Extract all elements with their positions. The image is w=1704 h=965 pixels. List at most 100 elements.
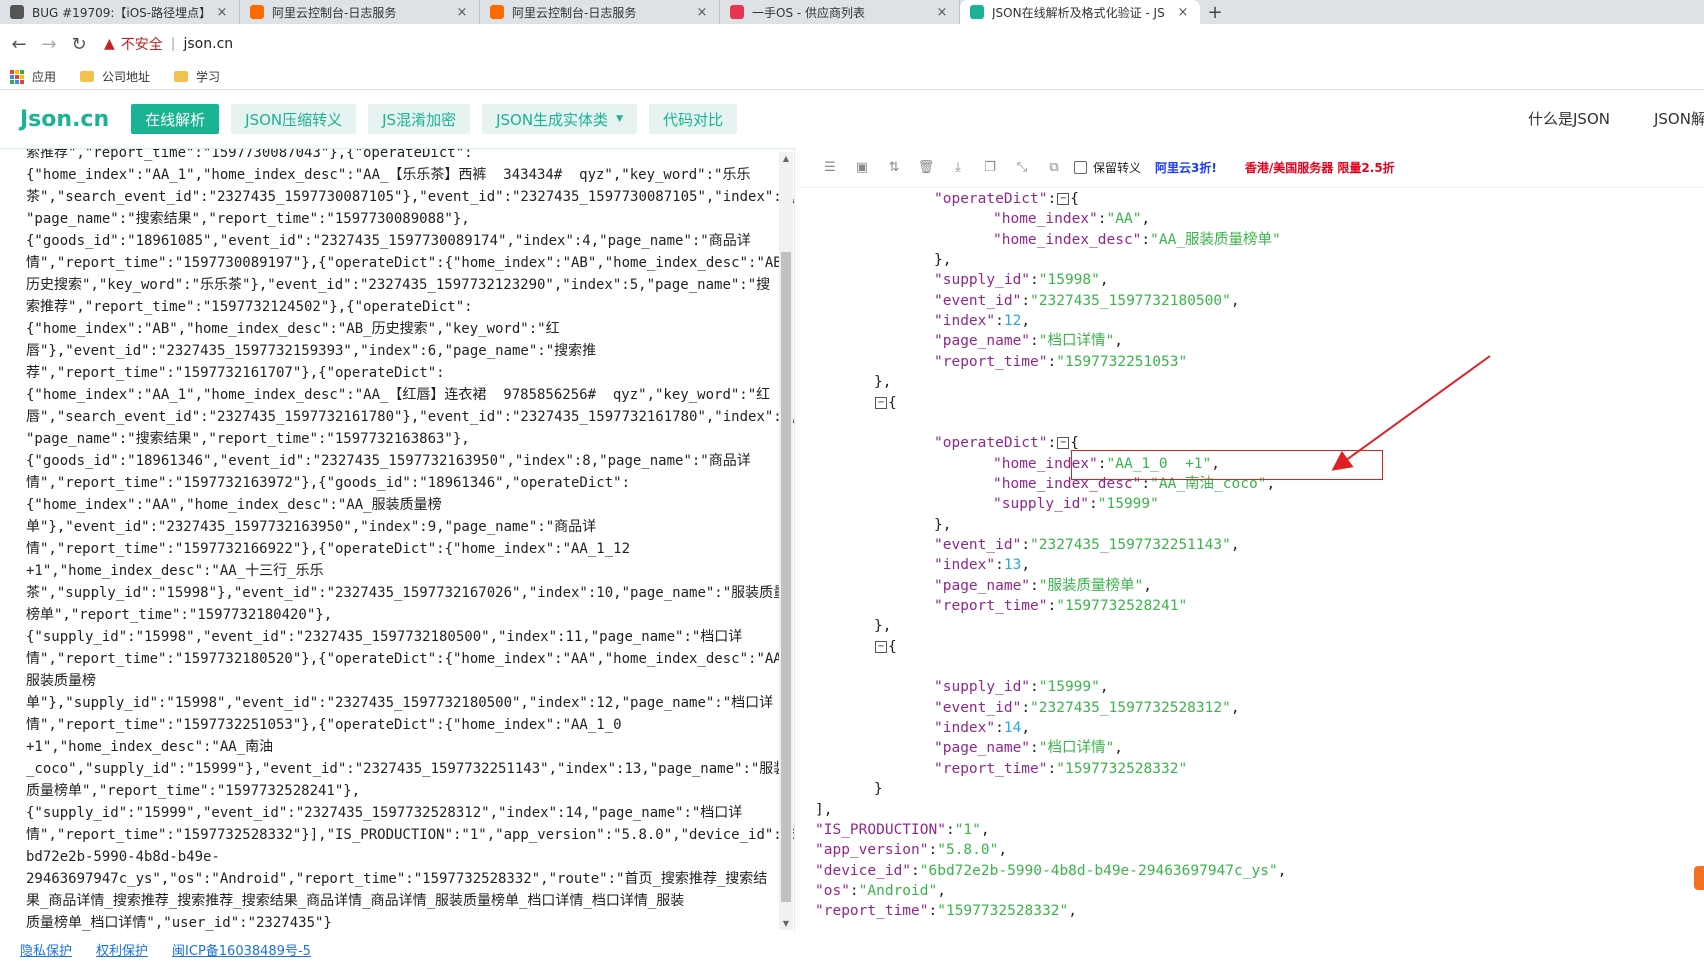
browser-tab[interactable]: 阿里云控制台-日志服务 × (480, 0, 720, 24)
excel-icon[interactable]: ▣ (846, 160, 878, 175)
close-icon[interactable]: × (935, 5, 949, 20)
side-widget-icon[interactable] (1694, 866, 1704, 890)
json-line: }, (874, 371, 891, 393)
editor-scrollbar[interactable]: ▲ ▼ (779, 152, 793, 930)
keep-escape-checkbox[interactable] (1074, 161, 1087, 174)
scrollbar-thumb[interactable] (781, 252, 791, 902)
json-key: "report_time" (934, 598, 1048, 614)
tab-title: 阿里云控制台-日志服务 (272, 5, 397, 20)
json-punct: : (1030, 577, 1039, 594)
json-key: "index" (934, 557, 996, 574)
forward-icon[interactable]: → (34, 34, 64, 55)
footer-link-privacy[interactable]: 隐私保护 (20, 940, 72, 959)
browser-tab[interactable]: 一手OS - 供应商列表 × (720, 0, 960, 24)
json-line: "operateDict": −{ (934, 432, 1079, 454)
json-punct: , (1230, 292, 1240, 309)
browser-tab[interactable]: JSON在线解析及格式化验证 - JS × (960, 0, 1200, 24)
json-string: "1597732528332" (937, 903, 1069, 920)
browser-tab[interactable]: 阿里云控制台-日志服务 × (240, 0, 480, 24)
json-number: 14 (1003, 720, 1022, 737)
json-line: }, (874, 615, 891, 637)
json-line: "supply_id":"15998", (934, 269, 1109, 291)
json-line: } (874, 778, 883, 800)
nav-json-entity[interactable]: JSON生成实体类 ▼ (482, 104, 637, 134)
json-punct: , (937, 882, 946, 899)
nav-online-parse[interactable]: 在线解析 (131, 104, 220, 134)
address-bar[interactable]: ▲ 不安全 | json.cn (104, 29, 233, 59)
scroll-up-icon[interactable]: ▲ (779, 154, 793, 163)
trash-icon[interactable]: 🗑 (910, 160, 942, 175)
json-line: "device_id":"6bd72e2b-5990-4b8d-b49e-294… (815, 860, 1286, 882)
bookmark-company[interactable]: 公司地址 (80, 68, 150, 85)
json-punct: } (874, 781, 883, 798)
close-icon[interactable]: × (455, 5, 469, 20)
compress-icon[interactable]: ⤡ (1006, 160, 1038, 175)
json-string: "2327435_1597732251143" (1030, 536, 1231, 553)
json-key: "event_id" (934, 292, 1022, 309)
json-string: "档口详情" (1038, 333, 1115, 350)
new-tab-icon[interactable]: + (1200, 0, 1230, 24)
json-string: "15999" (1097, 496, 1159, 513)
nav-js-obfuscate[interactable]: JS混淆加密 (368, 104, 471, 134)
json-key: "IS_PRODUCTION" (815, 821, 946, 838)
collapse-toggle-icon[interactable]: − (875, 396, 887, 409)
json-number: 13 (1003, 557, 1022, 574)
scroll-down-icon[interactable]: ▼ (779, 919, 793, 928)
database-icon[interactable]: ☰ (814, 160, 846, 175)
sort-icon[interactable]: ⇅ (878, 160, 910, 175)
json-key: "report_time" (934, 760, 1048, 777)
download-icon[interactable]: ⤓ (942, 160, 974, 175)
json-key: "index" (934, 720, 996, 737)
logo-text: Json (20, 106, 73, 132)
tab-title: 一手OS - 供应商列表 (752, 5, 866, 20)
json-punct: , (1277, 862, 1287, 879)
json-line: "report_time":"1597732251053" (934, 351, 1187, 373)
raw-json-text[interactable]: 索推荐","report_time":"1597730087043"},{"op… (26, 149, 794, 933)
footer-link-icp[interactable]: 闽ICP备16038489号-5 (172, 940, 311, 959)
json-punct: , (1230, 699, 1240, 716)
json-line: ], (815, 799, 832, 821)
collapse-toggle-icon[interactable]: − (875, 640, 887, 653)
json-punct: : (1047, 191, 1057, 207)
footer-link-rights[interactable]: 权利保护 (96, 940, 148, 959)
caret-down-icon: ▼ (616, 114, 623, 124)
nav-code-diff[interactable]: 代码对比 (648, 104, 737, 134)
json-punct: { (1070, 435, 1079, 452)
raw-json-editor[interactable]: 索推荐","report_time":"1597730087043"},{"op… (0, 148, 795, 933)
promo-aliyun-link[interactable]: 阿里云3折! (1155, 159, 1217, 176)
apps-grid-icon (10, 69, 24, 84)
json-key: "app_version" (815, 842, 929, 859)
promo-server-link[interactable]: 香港/美国服务器 限量2.5折 (1245, 159, 1395, 176)
code-icon[interactable]: ⧉ (1038, 160, 1070, 175)
json-punct: , (1099, 679, 1109, 696)
site-logo[interactable]: Json.cn (20, 107, 109, 132)
json-punct: : (1021, 292, 1031, 309)
bookmark-study[interactable]: 学习 (174, 68, 220, 85)
reload-icon[interactable]: ↻ (64, 34, 94, 55)
json-punct: }, (934, 516, 952, 533)
close-icon[interactable]: × (215, 5, 229, 20)
json-number: 12 (1003, 313, 1022, 330)
nav-json-compress[interactable]: JSON压缩转义 (231, 104, 357, 134)
browser-toolbar: ← → ↻ ▲ 不安全 | json.cn (0, 24, 1704, 64)
bookmark-label: 公司地址 (102, 70, 151, 84)
json-punct: : (1030, 740, 1039, 757)
json-key: "home_index" (993, 211, 1098, 228)
close-icon[interactable]: × (1176, 5, 1190, 20)
link-json-more[interactable]: JSON解 (1654, 110, 1704, 128)
bookmark-apps[interactable]: 应用 (10, 68, 56, 85)
json-punct: : (1141, 231, 1151, 248)
copy-icon[interactable]: ❐ (974, 160, 1006, 175)
json-line: "IS_PRODUCTION":"1", (815, 819, 990, 841)
url-text: json.cn (183, 36, 234, 52)
json-string: "6bd72e2b-5990-4b8d-b49e-29463697947c_ys… (919, 862, 1278, 879)
back-icon[interactable]: ← (4, 34, 34, 55)
collapse-toggle-icon[interactable]: − (1057, 193, 1070, 205)
close-icon[interactable]: × (695, 5, 709, 20)
link-what-is-json[interactable]: 什么是JSON (1528, 110, 1610, 128)
site-nav: 在线解析 JSON压缩转义 JS混淆加密 JSON生成实体类 ▼ 代码对比 (131, 104, 749, 134)
json-line: "supply_id":"15999", (934, 676, 1109, 698)
browser-tab[interactable]: BUG #19709:【iOS-路径埋点】 × (0, 0, 240, 24)
collapse-toggle-icon[interactable]: − (1057, 437, 1070, 450)
json-line: "os":"Android", (815, 880, 946, 902)
